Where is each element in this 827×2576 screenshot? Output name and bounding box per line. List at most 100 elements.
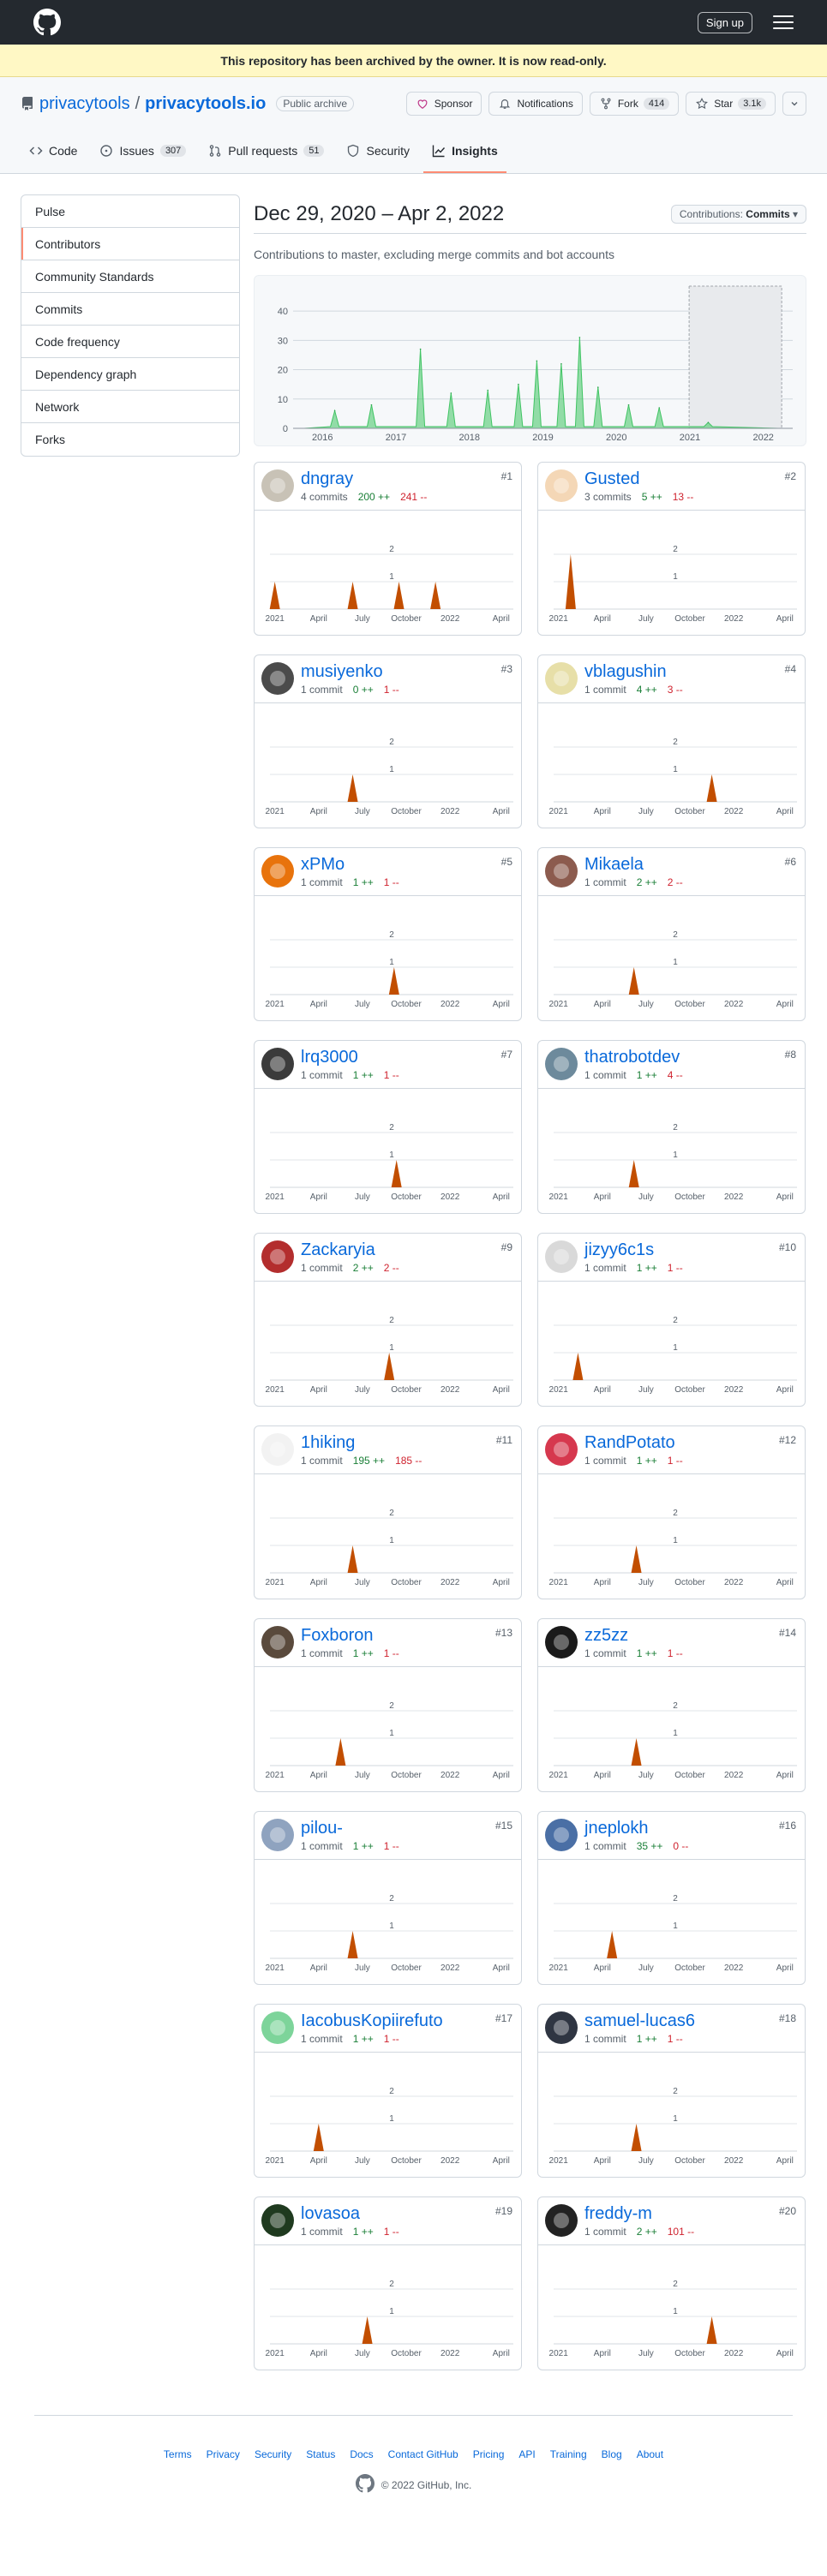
commit-count-link[interactable]: 4 commits (301, 491, 348, 503)
commit-count-link[interactable]: 1 commit (584, 1840, 626, 1852)
sidenav-item-commits[interactable]: Commits (21, 293, 239, 326)
star-dropdown-button[interactable] (782, 92, 806, 116)
sign-up-button[interactable]: Sign up (697, 11, 752, 33)
contributions-overview-chart[interactable]: 0 10 20 30 40 2016 2017 2018 2019 2020 2021 2022 (254, 275, 806, 446)
avatar[interactable] (545, 469, 578, 502)
footer-link-api[interactable]: API (518, 2448, 535, 2460)
contributor-name-link[interactable]: IacobusKopiirefuto (301, 2011, 443, 2030)
commit-count-link[interactable]: 1 commit (301, 1840, 343, 1852)
contributor-name-link[interactable]: zz5zz (584, 1626, 628, 1645)
avatar[interactable] (545, 1819, 578, 1851)
contributions-select[interactable]: Contributions: Commits ▾ (670, 204, 806, 224)
commit-count-link[interactable]: 1 commit (584, 2033, 626, 2045)
commit-count-link[interactable]: 1 commit (584, 1069, 626, 1081)
commit-count-link[interactable]: 1 commit (584, 876, 626, 888)
sidenav-item-community-standards[interactable]: Community Standards (21, 260, 239, 293)
avatar[interactable] (545, 1240, 578, 1273)
commit-count-link[interactable]: 1 commit (301, 1262, 343, 1274)
x-tick-label: April (310, 1963, 327, 1973)
avatar[interactable] (545, 662, 578, 695)
sidenav-item-forks[interactable]: Forks (21, 423, 239, 456)
tab-issues[interactable]: Issues 307 (91, 130, 195, 173)
commit-count-link[interactable]: 1 commit (301, 1455, 343, 1467)
avatar[interactable] (261, 1240, 294, 1273)
commit-count-link[interactable]: 1 commit (301, 2033, 343, 2045)
github-mark-icon[interactable] (33, 9, 61, 36)
footer-link-security[interactable]: Security (255, 2448, 291, 2460)
tab-pull-requests[interactable]: Pull requests 51 (200, 130, 333, 173)
commit-count-link[interactable]: 1 commit (584, 1455, 626, 1467)
contributor-name-link[interactable]: xPMo (301, 855, 345, 874)
footer-link-contact-github[interactable]: Contact GitHub (388, 2448, 458, 2460)
sidenav-item-contributors[interactable]: Contributors (21, 228, 239, 260)
contributor-name-link[interactable]: lovasoa (301, 2204, 360, 2223)
contributor-name-link[interactable]: RandPotato (584, 1433, 675, 1452)
avatar[interactable] (545, 1626, 578, 1659)
notifications-button[interactable]: Notifications (488, 92, 583, 116)
repo-owner-link[interactable]: privacytools (39, 94, 130, 114)
footer-link-docs[interactable]: Docs (350, 2448, 373, 2460)
avatar[interactable] (261, 1819, 294, 1851)
commit-count-link[interactable]: 1 commit (301, 684, 343, 696)
fork-button[interactable]: Fork 414 (589, 92, 680, 116)
contributor-name-link[interactable]: musiyenko (301, 662, 383, 681)
tab-security[interactable]: Security (338, 130, 418, 173)
footer-link-blog[interactable]: Blog (602, 2448, 622, 2460)
avatar[interactable] (261, 662, 294, 695)
avatar[interactable] (261, 1048, 294, 1080)
contributor-name-link[interactable]: thatrobotdev (584, 1048, 680, 1067)
x-tick-label: 2022 (724, 614, 744, 624)
avatar[interactable] (261, 855, 294, 888)
contributor-name-link[interactable]: Mikaela (584, 855, 644, 874)
footer-link-status[interactable]: Status (306, 2448, 335, 2460)
tab-insights[interactable]: Insights (423, 130, 506, 173)
sidenav-item-network[interactable]: Network (21, 391, 239, 423)
contributor-name-link[interactable]: 1hiking (301, 1433, 355, 1452)
commit-count-link[interactable]: 1 commit (584, 1262, 626, 1274)
avatar[interactable] (545, 1048, 578, 1080)
sidenav-item-pulse[interactable]: Pulse (21, 195, 239, 228)
avatar[interactable] (261, 1626, 294, 1659)
repo-name-link[interactable]: privacytools.io (145, 94, 266, 114)
contributor-name-link[interactable]: jneplokh (584, 1819, 649, 1838)
github-footer-logo-icon[interactable] (355, 2474, 375, 2495)
avatar[interactable] (545, 2204, 578, 2237)
footer-link-privacy[interactable]: Privacy (207, 2448, 240, 2460)
avatar[interactable] (261, 2204, 294, 2237)
commit-count-link[interactable]: 3 commits (584, 491, 632, 503)
commit-count-link[interactable]: 1 commit (584, 2226, 626, 2238)
avatar[interactable] (261, 469, 294, 502)
contributor-name-link[interactable]: samuel-lucas6 (584, 2011, 695, 2030)
sponsor-button[interactable]: Sponsor (405, 92, 482, 116)
commit-count-link[interactable]: 1 commit (301, 876, 343, 888)
avatar[interactable] (261, 1433, 294, 1466)
contributor-name-link[interactable]: jizyy6c1s (584, 1240, 654, 1259)
hamburger-icon[interactable] (773, 15, 794, 29)
contributor-name-link[interactable]: Foxboron (301, 1626, 374, 1645)
contributor-name-link[interactable]: freddy-m (584, 2204, 652, 2223)
commit-count-link[interactable]: 1 commit (301, 2226, 343, 2238)
footer-link-terms[interactable]: Terms (164, 2448, 192, 2460)
selected-range-highlight[interactable] (688, 285, 782, 429)
contributor-name-link[interactable]: lrq3000 (301, 1048, 358, 1067)
commit-count-link[interactable]: 1 commit (301, 1069, 343, 1081)
footer-link-pricing[interactable]: Pricing (473, 2448, 505, 2460)
contributor-name-link[interactable]: Gusted (584, 469, 639, 488)
footer-link-training[interactable]: Training (550, 2448, 587, 2460)
avatar[interactable] (545, 1433, 578, 1466)
tab-code[interactable]: Code (21, 130, 86, 173)
star-button[interactable]: Star 3.1k (686, 92, 776, 116)
contributor-name-link[interactable]: vblagushin (584, 662, 667, 681)
footer-link-about[interactable]: About (637, 2448, 663, 2460)
contributor-name-link[interactable]: Zackaryia (301, 1240, 375, 1259)
sidenav-item-code-frequency[interactable]: Code frequency (21, 326, 239, 358)
avatar[interactable] (545, 855, 578, 888)
sidenav-item-dependency-graph[interactable]: Dependency graph (21, 358, 239, 391)
avatar[interactable] (545, 2011, 578, 2044)
commit-count-link[interactable]: 1 commit (584, 684, 626, 696)
contributor-name-link[interactable]: pilou- (301, 1819, 343, 1838)
commit-count-link[interactable]: 1 commit (301, 1647, 343, 1659)
avatar[interactable] (261, 2011, 294, 2044)
commit-count-link[interactable]: 1 commit (584, 1647, 626, 1659)
contributor-name-link[interactable]: dngray (301, 469, 353, 488)
